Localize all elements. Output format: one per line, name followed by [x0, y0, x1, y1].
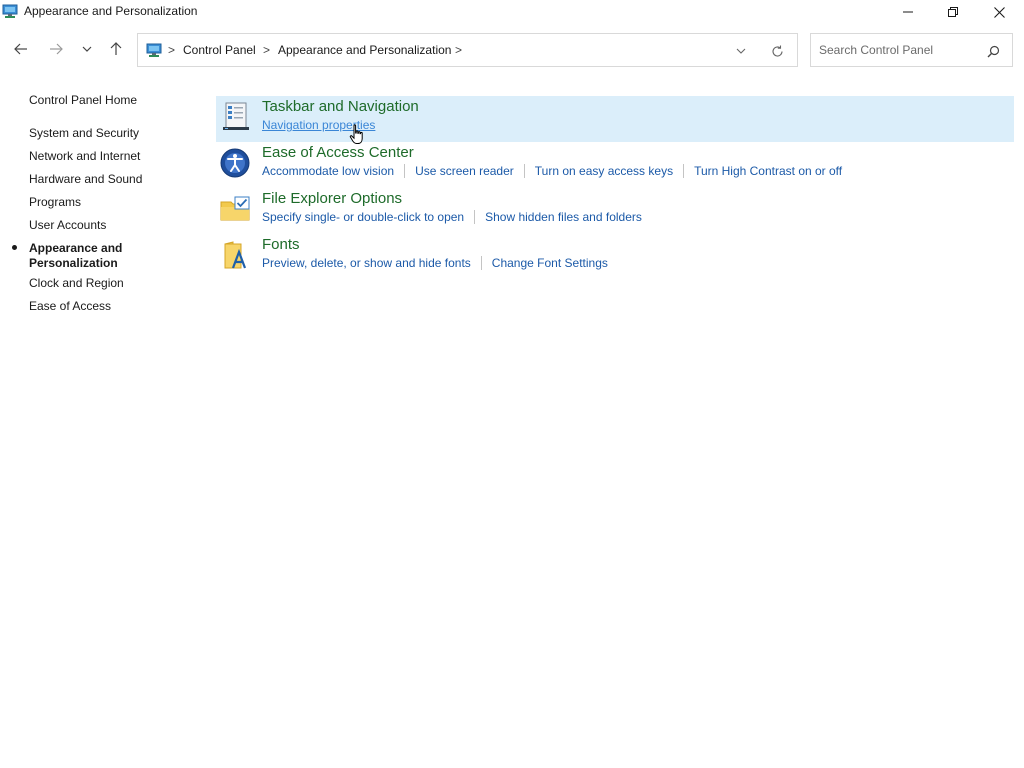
ease-of-access-icon	[219, 146, 251, 178]
category-file-explorer-options[interactable]: File Explorer Options Specify single- or…	[216, 188, 1014, 234]
search-icon[interactable]	[985, 43, 1001, 59]
recent-locations-button[interactable]	[77, 40, 97, 60]
folder-options-icon	[219, 192, 251, 224]
fonts-icon	[219, 238, 251, 270]
link-separator	[683, 164, 685, 178]
address-box[interactable]: > Control Panel > Appearance and Persona…	[137, 33, 798, 67]
sidebar-item-hardware-sound[interactable]: Hardware and Sound	[29, 172, 142, 187]
search-input[interactable]	[812, 35, 982, 65]
restore-button[interactable]	[930, 0, 976, 24]
link-accommodate-low-vision[interactable]: Accommodate low vision	[262, 164, 394, 178]
taskbar-icon	[219, 100, 251, 132]
link-separator	[523, 164, 525, 178]
back-button[interactable]	[11, 40, 31, 60]
sidebar-item-system-security[interactable]: System and Security	[29, 126, 139, 141]
sidebar-item-ease-of-access[interactable]: Ease of Access	[29, 299, 111, 314]
arrow-up-icon	[109, 41, 123, 59]
search-box[interactable]	[810, 33, 1013, 67]
link-preview-fonts[interactable]: Preview, delete, or show and hide fonts	[262, 256, 471, 270]
arrow-right-icon	[49, 42, 63, 59]
link-single-double-click[interactable]: Specify single- or double-click to open	[262, 210, 464, 224]
category-taskbar-navigation[interactable]: Taskbar and Navigation Navigation proper…	[216, 96, 1014, 142]
hand-cursor-icon	[349, 124, 367, 146]
breadcrumb-separator[interactable]: >	[168, 43, 175, 57]
arrow-left-icon	[14, 42, 28, 59]
link-high-contrast[interactable]: Turn High Contrast on or off	[694, 164, 842, 178]
category-links: Accommodate low vision Use screen reader…	[262, 164, 842, 178]
chevron-down-icon	[82, 43, 92, 57]
category-title[interactable]: File Explorer Options	[262, 190, 402, 207]
category-links: Specify single- or double-click to open …	[262, 210, 642, 224]
sidebar-item-clock-region[interactable]: Clock and Region	[29, 276, 124, 291]
sidebar-item-appearance-personalization[interactable]: Appearance and Personalization	[29, 241, 139, 271]
category-title[interactable]: Fonts	[262, 236, 300, 253]
sidebar-item-programs[interactable]: Programs	[29, 195, 81, 210]
category-title[interactable]: Taskbar and Navigation	[262, 98, 419, 115]
breadcrumb-appearance[interactable]: Appearance and Personalization	[278, 43, 451, 57]
breadcrumb-separator[interactable]: >	[263, 43, 270, 57]
refresh-icon[interactable]	[769, 43, 785, 59]
link-use-screen-reader[interactable]: Use screen reader	[415, 164, 514, 178]
breadcrumb-separator[interactable]: >	[455, 43, 462, 57]
forward-button[interactable]	[46, 40, 66, 60]
category-fonts[interactable]: Fonts Preview, delete, or show and hide …	[216, 234, 1014, 280]
minimize-button[interactable]	[885, 0, 931, 24]
link-change-font-settings[interactable]: Change Font Settings	[492, 256, 608, 270]
minimize-icon	[903, 7, 913, 17]
address-bar-row: > Control Panel > Appearance and Persona…	[0, 32, 1024, 68]
title-bar: Appearance and Personalization	[0, 0, 1024, 24]
up-button[interactable]	[106, 40, 126, 60]
sidebar-item-control-panel-home[interactable]: Control Panel Home	[29, 93, 137, 108]
link-separator	[404, 164, 406, 178]
category-ease-of-access-center[interactable]: Ease of Access Center Accommodate low vi…	[216, 142, 1014, 188]
close-icon	[993, 6, 1005, 18]
active-item-bullet	[12, 245, 17, 250]
link-easy-access-keys[interactable]: Turn on easy access keys	[535, 164, 673, 178]
restore-icon	[948, 7, 958, 17]
control-panel-icon	[2, 3, 18, 19]
address-dropdown-button[interactable]	[733, 43, 749, 59]
control-panel-icon	[146, 42, 162, 58]
close-button[interactable]	[976, 0, 1022, 24]
sidebar-item-user-accounts[interactable]: User Accounts	[29, 218, 106, 233]
window-title: Appearance and Personalization	[24, 4, 198, 18]
category-title[interactable]: Ease of Access Center	[262, 144, 414, 161]
link-show-hidden-files[interactable]: Show hidden files and folders	[485, 210, 642, 224]
link-separator	[474, 210, 476, 224]
breadcrumb-control-panel[interactable]: Control Panel	[183, 43, 256, 57]
sidebar-item-network-internet[interactable]: Network and Internet	[29, 149, 140, 164]
category-links: Preview, delete, or show and hide fonts …	[262, 256, 608, 270]
link-separator	[480, 256, 482, 270]
